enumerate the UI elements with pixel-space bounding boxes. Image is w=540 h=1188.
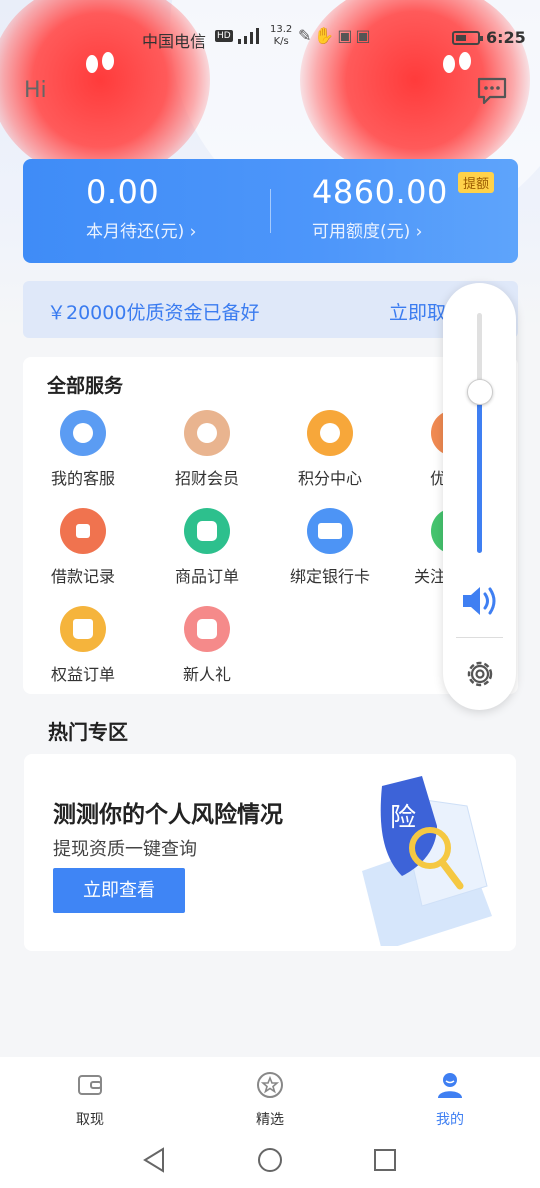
greeting: Hi (24, 78, 47, 103)
recents-icon[interactable] (372, 1147, 398, 1173)
service-product-orders[interactable]: 商品订单 (152, 508, 262, 587)
service-loan-records[interactable]: 借款记录 (28, 508, 138, 587)
tab-label: 精选 (256, 1112, 284, 1128)
service-vip-member[interactable]: 招财会员 (152, 410, 262, 489)
user-icon (438, 1073, 462, 1098)
risk-card-title: 测测你的个人风险情况 (53, 802, 283, 828)
notification-icons: ✎✋▣▣ (298, 26, 374, 45)
service-benefit-orders[interactable]: 权益订单 (28, 606, 138, 685)
message-icon[interactable] (476, 76, 508, 106)
speed-unit: K/s (273, 36, 289, 47)
chevron-right-icon: › (415, 222, 423, 242)
blob-eye (86, 55, 98, 73)
carrier-label: 中国电信 (142, 32, 207, 51)
support-icon (60, 410, 106, 456)
service-label: 绑定银行卡 (289, 567, 370, 586)
volume-slider-knob[interactable] (467, 379, 493, 405)
chevron-right-icon: › (189, 222, 197, 242)
service-label: 商品订单 (174, 567, 239, 586)
tab-label: 我的 (436, 1112, 464, 1128)
hot-section-title: 热门专区 (48, 720, 128, 744)
credit-label-text: 可用额度(元) (312, 222, 416, 242)
record-icon (60, 508, 106, 554)
system-navigation-bar (0, 1137, 540, 1188)
service-label: 积分中心 (297, 469, 362, 488)
signal-icon (238, 28, 259, 44)
due-amount: 0.00 (86, 173, 160, 211)
risk-shield-illustration: 险 (362, 776, 492, 946)
service-bind-bank-card[interactable]: 绑定银行卡 (275, 508, 385, 587)
risk-card-subtitle: 提现资质一键查询 (53, 839, 197, 860)
volume-fill (477, 392, 482, 553)
service-label: 我的客服 (50, 469, 115, 488)
promo-text: ￥20000优质资金已备好 (47, 302, 260, 324)
speed-value: 13.2 (270, 24, 293, 35)
hd-badge: HD (215, 30, 233, 42)
balance-card: 0.00 本月待还(元) › 4860.00 可用额度(元) › 提额 (23, 159, 518, 263)
gift-icon (184, 606, 230, 652)
service-label: 借款记录 (50, 567, 115, 586)
speaker-icon[interactable] (460, 583, 500, 619)
credit-amount: 4860.00 (312, 173, 448, 211)
service-label: 新人礼 (182, 665, 231, 684)
crown-icon (60, 606, 106, 652)
credit-amount-block[interactable]: 4860.00 可用额度(元) › (312, 173, 448, 242)
due-label-text: 本月待还(元) (86, 222, 190, 242)
smiley-icon (307, 410, 353, 456)
service-customer-support[interactable]: 我的客服 (28, 410, 138, 489)
tab-label: 取现 (76, 1112, 104, 1128)
services-title: 全部服务 (47, 375, 124, 397)
divider (270, 189, 271, 233)
tab-withdraw[interactable]: 取现 (45, 1071, 135, 1129)
tab-featured[interactable]: 精选 (225, 1071, 315, 1129)
due-label: 本月待还(元) › (86, 217, 196, 242)
wallet-icon (78, 1075, 102, 1095)
status-bar: 中国电信 HD 13.2 K/s ✎✋▣▣ 6:25 (0, 22, 540, 56)
piggy-icon (184, 410, 230, 456)
shield-text: 险 (390, 803, 416, 833)
service-label: 招财会员 (174, 469, 239, 488)
service-label: 权益订单 (50, 665, 115, 684)
bottom-nav: 取现 精选 我的 (0, 1057, 540, 1137)
volume-panel (443, 283, 516, 710)
clock: 6:25 (486, 28, 526, 47)
gear-icon[interactable] (463, 657, 497, 691)
credit-label: 可用额度(元) › (312, 217, 448, 242)
battery-icon (452, 31, 483, 45)
due-amount-block[interactable]: 0.00 本月待还(元) › (86, 173, 196, 242)
tab-mine[interactable]: 我的 (405, 1071, 495, 1129)
service-newbie-gift[interactable]: 新人礼 (152, 606, 262, 685)
service-points-center[interactable]: 积分中心 (275, 410, 385, 489)
star-icon (257, 1072, 283, 1098)
bank-card-icon (307, 508, 353, 554)
check-now-button[interactable]: 立即查看 (53, 868, 185, 913)
divider (456, 637, 503, 638)
home-icon[interactable] (256, 1146, 284, 1174)
blob-eye (443, 55, 455, 73)
raise-limit-badge[interactable]: 提额 (458, 172, 495, 193)
order-icon (184, 508, 230, 554)
back-icon[interactable] (141, 1146, 167, 1174)
risk-check-card[interactable]: 测测你的个人风险情况 提现资质一键查询 立即查看 险 (24, 754, 516, 951)
network-speed: 13.2 K/s (270, 24, 292, 48)
